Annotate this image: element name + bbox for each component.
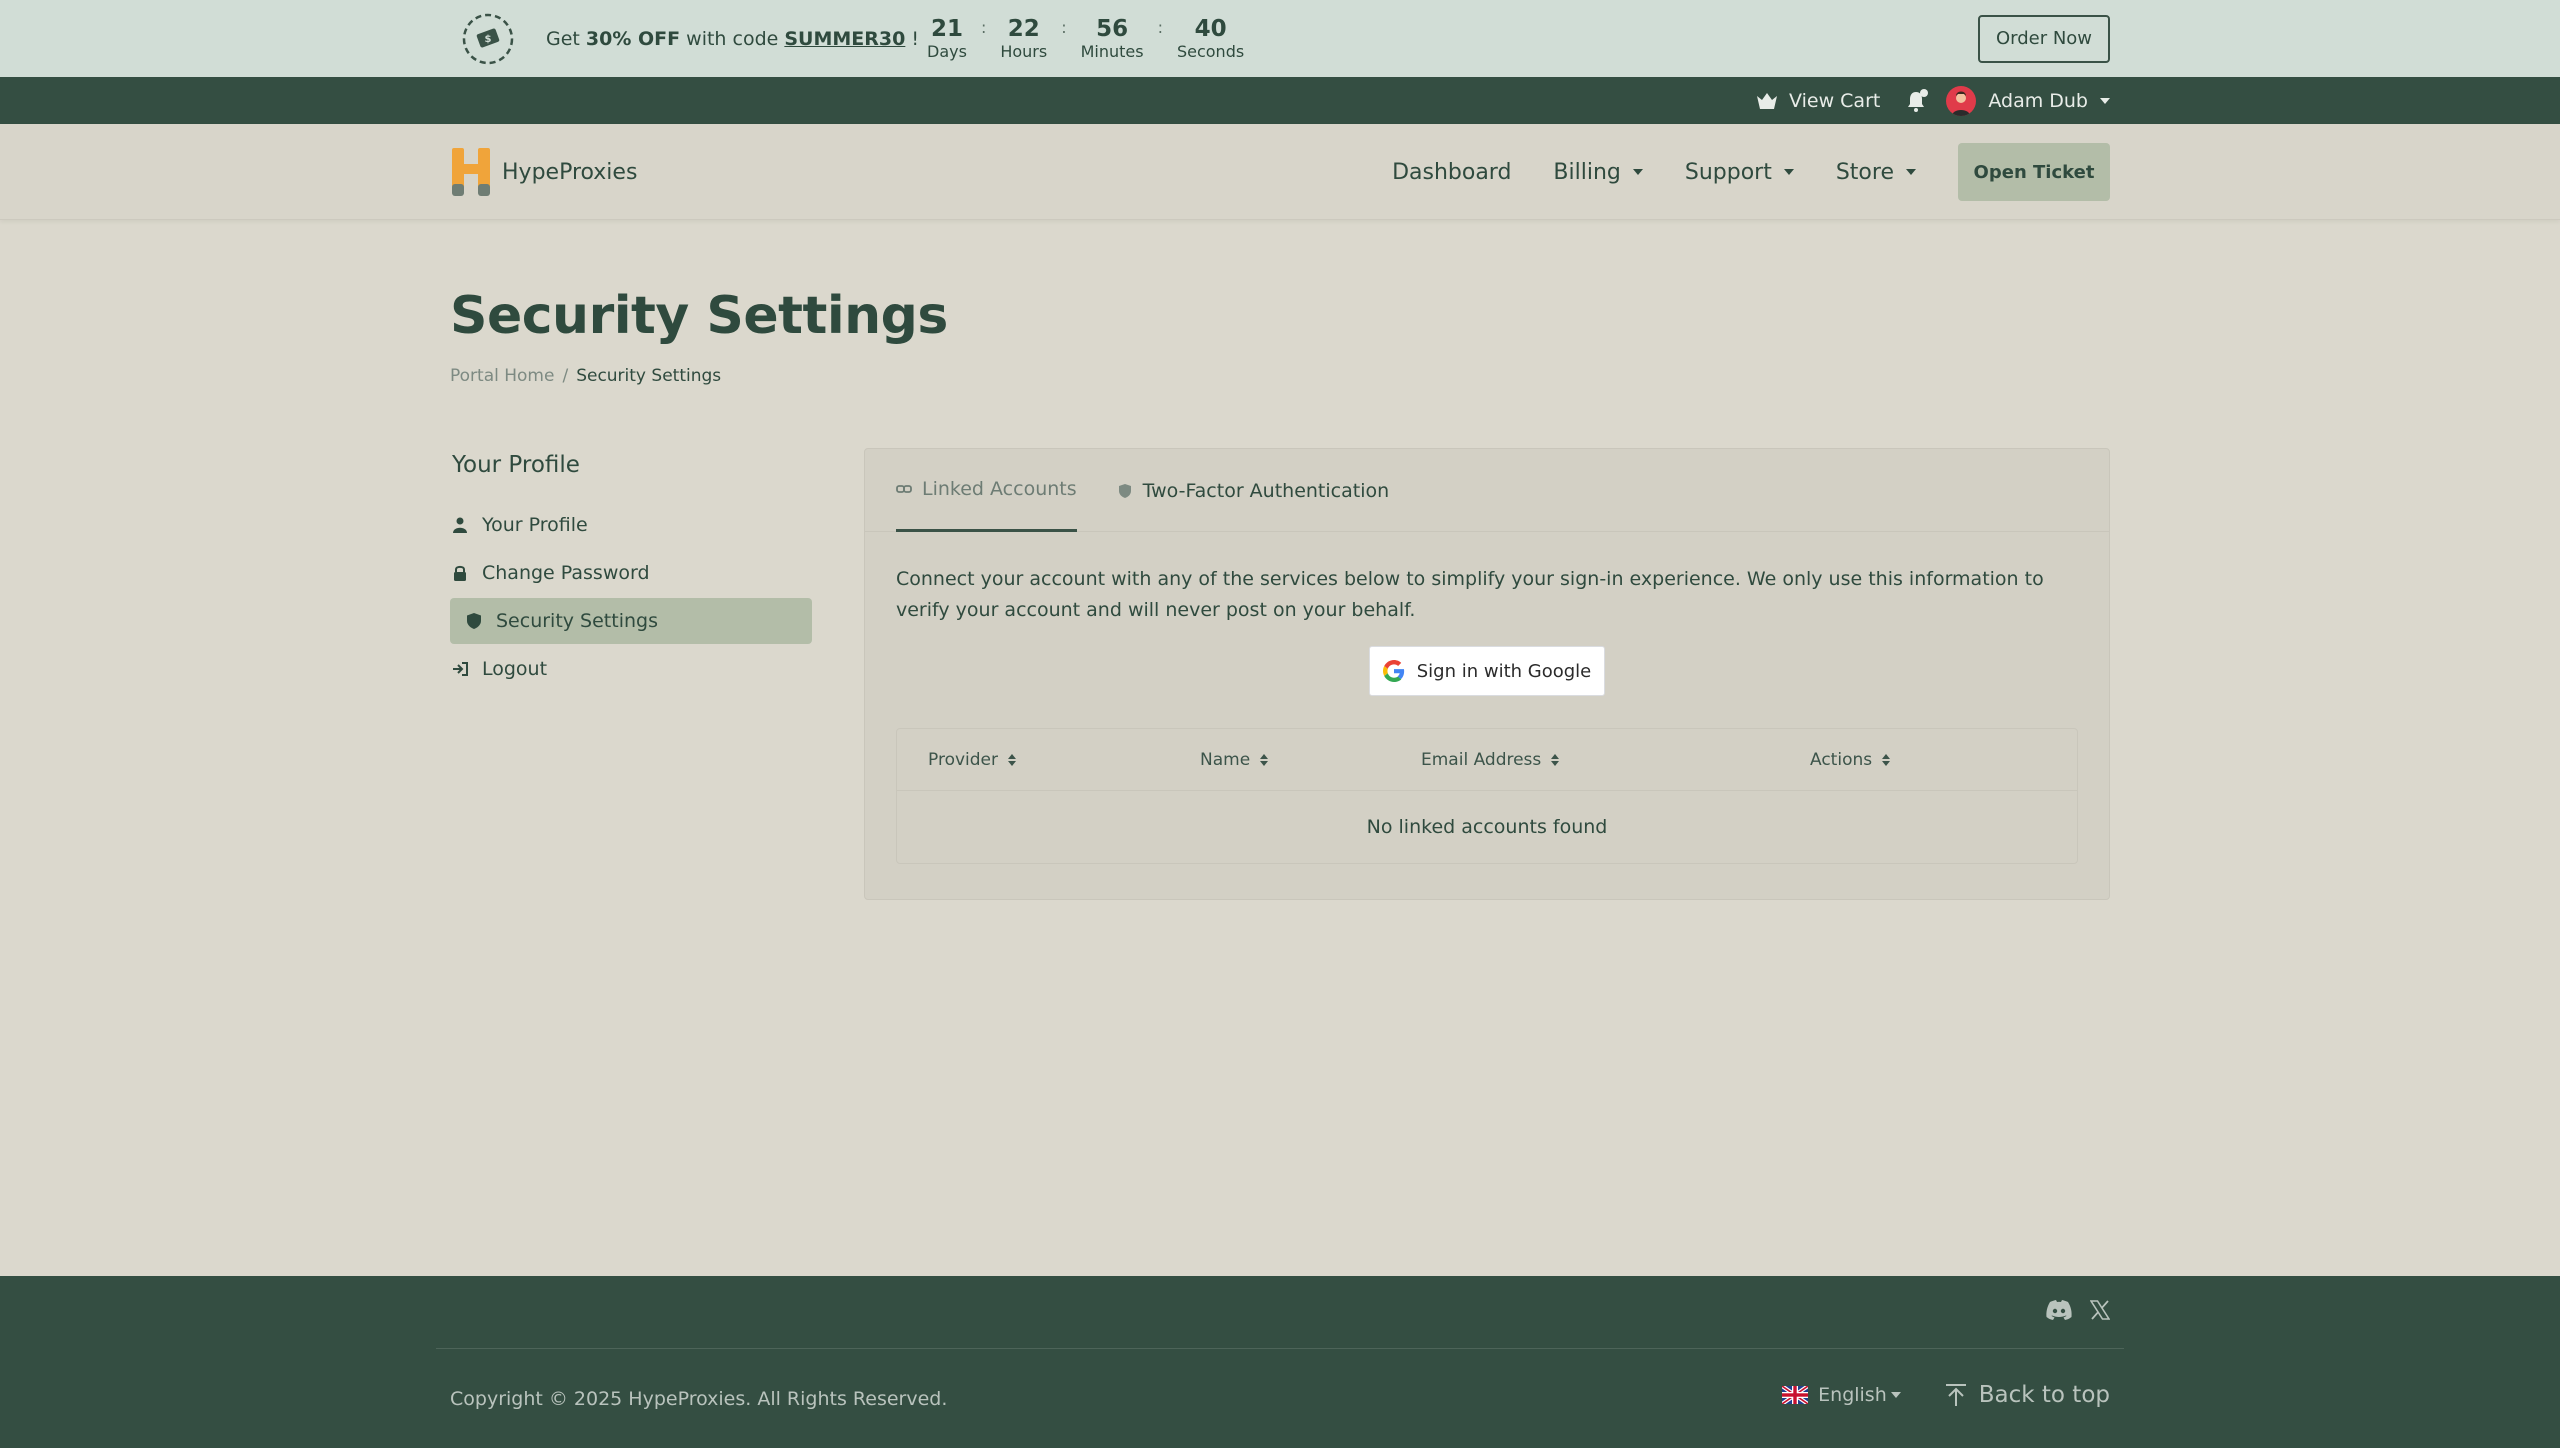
avatar xyxy=(1946,85,1977,116)
arrow-up-icon xyxy=(1945,1384,1966,1406)
page-content: Security Settings Portal Home / Security… xyxy=(450,286,2110,900)
sidebar-item-your-profile[interactable]: Your Profile xyxy=(450,502,812,548)
google-icon xyxy=(1382,660,1404,682)
chevron-down-icon xyxy=(2100,97,2110,104)
user-icon xyxy=(452,517,468,533)
shield-icon xyxy=(466,613,482,629)
sort-icon xyxy=(1260,753,1269,766)
main-header: HypeProxies Dashboard Billing Support St… xyxy=(0,124,2560,220)
countdown-hours: 22 Hours xyxy=(1000,15,1048,61)
promo-text: Get 30% OFF with code SUMMER30 ! xyxy=(546,27,919,50)
lock-icon xyxy=(452,565,468,581)
social-links xyxy=(2028,1300,2110,1320)
notifications-bell-icon[interactable] xyxy=(1904,88,1929,113)
main-nav: Dashboard Billing Support Store Open Tic… xyxy=(1350,143,2110,201)
breadcrumb-home-link[interactable]: Portal Home xyxy=(450,366,554,386)
account-topbar: View Cart Adam Dub xyxy=(0,77,2560,124)
shield-icon xyxy=(1118,483,1131,498)
sort-icon xyxy=(1551,753,1560,766)
countdown-seconds: 40 Seconds xyxy=(1176,15,1245,61)
sidebar-item-change-password[interactable]: Change Password xyxy=(450,550,812,596)
open-ticket-button[interactable]: Open Ticket xyxy=(1958,143,2110,201)
column-email-address[interactable]: Email Address xyxy=(1421,750,1810,770)
tab-linked-accounts[interactable]: Linked Accounts xyxy=(896,449,1077,532)
countdown-days: 21 Days xyxy=(927,15,967,61)
column-name[interactable]: Name xyxy=(1200,750,1421,770)
user-name: Adam Dub xyxy=(1988,89,2088,112)
linked-accounts-description: Connect your account with any of the ser… xyxy=(896,568,2044,621)
view-cart-link[interactable]: View Cart xyxy=(1755,90,1880,112)
chevron-down-icon xyxy=(1906,169,1916,175)
profile-sidebar: Your Profile Your Profile Change Passwor… xyxy=(450,448,812,694)
promo-discount: 30% OFF xyxy=(585,27,681,50)
order-now-button[interactable]: Order Now xyxy=(1978,14,2110,63)
discount-timer-icon: $ xyxy=(462,13,514,64)
countdown-timer: 21 Days : 22 Hours : 56 Minutes : 40 Sec… xyxy=(927,15,1245,61)
footer-divider xyxy=(436,1348,2124,1349)
hypeproxies-logo-icon[interactable] xyxy=(450,146,492,198)
promo-code: SUMMER30 xyxy=(784,27,906,50)
nav-support[interactable]: Support xyxy=(1685,160,1794,185)
logout-icon xyxy=(452,661,468,677)
tab-two-factor-authentication[interactable]: Two-Factor Authentication xyxy=(1117,449,1389,532)
nav-dashboard[interactable]: Dashboard xyxy=(1392,160,1511,185)
sort-icon xyxy=(1008,753,1016,766)
sidebar-title: Your Profile xyxy=(452,452,580,478)
sign-in-with-google-button[interactable]: Sign in with Google xyxy=(1369,646,1605,696)
promo-bar: $ Get 30% OFF with code SUMMER30 ! 21 Da… xyxy=(0,0,2560,77)
security-settings-panel: Linked Accounts Two-Factor Authenticatio… xyxy=(864,448,2110,900)
chevron-down-icon xyxy=(1890,1392,1901,1398)
footer: Copyright © 2025 HypeProxies. All Rights… xyxy=(0,1276,2560,1448)
copyright-text: Copyright © 2025 HypeProxies. All Rights… xyxy=(450,1388,948,1410)
sidebar-item-security-settings[interactable]: Security Settings xyxy=(450,598,812,644)
cart-icon xyxy=(1757,92,1778,109)
breadcrumb: Portal Home / Security Settings xyxy=(450,366,722,386)
svg-text:$: $ xyxy=(485,34,492,45)
user-menu[interactable]: Adam Dub xyxy=(1928,85,2110,116)
table-header: Provider Name Email Address Actions xyxy=(897,729,2077,791)
column-provider[interactable]: Provider xyxy=(928,750,1200,770)
chevron-down-icon xyxy=(1783,169,1794,175)
link-icon xyxy=(896,485,912,493)
chevron-down-icon xyxy=(1632,169,1643,175)
nav-store[interactable]: Store xyxy=(1836,160,1916,185)
security-tabs: Linked Accounts Two-Factor Authenticatio… xyxy=(865,449,2109,532)
language-selector[interactable]: English xyxy=(1782,1384,1901,1406)
sidebar-item-logout[interactable]: Logout xyxy=(450,646,812,692)
column-actions[interactable]: Actions xyxy=(1810,750,1891,770)
linked-accounts-table: Provider Name Email Address Actions No l… xyxy=(896,728,2078,864)
discord-icon[interactable] xyxy=(2046,1300,2072,1320)
table-empty-message: No linked accounts found xyxy=(1366,816,1608,838)
back-to-top-link[interactable]: Back to top xyxy=(1945,1382,2110,1408)
sort-icon xyxy=(1882,753,1891,766)
nav-billing[interactable]: Billing xyxy=(1553,160,1643,185)
uk-flag-icon xyxy=(1782,1386,1809,1404)
page-title: Security Settings xyxy=(450,286,948,346)
x-twitter-icon[interactable] xyxy=(2090,1300,2110,1320)
brand-name[interactable]: HypeProxies xyxy=(502,160,637,185)
breadcrumb-current: Security Settings xyxy=(576,366,722,386)
countdown-minutes: 56 Minutes xyxy=(1080,15,1144,61)
